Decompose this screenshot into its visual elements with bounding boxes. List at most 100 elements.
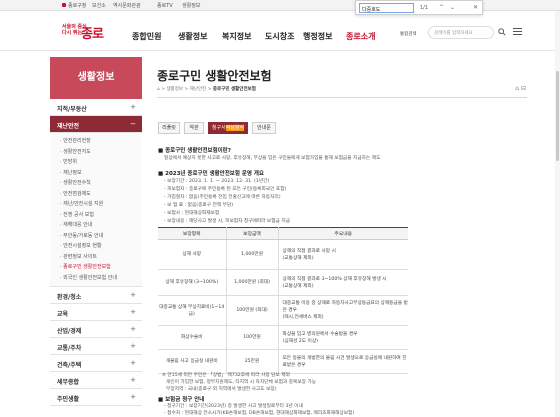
home-icon	[62, 3, 66, 7]
coverage-desc: 대중교통 이용 중 상해로 자동차사고부상등급표의 상해등급을 받은 경우 (택시…	[277, 295, 408, 326]
sidebar-subitem[interactable]: · 재난/안전시설 지원	[50, 199, 142, 210]
table-header-row: 보장항목 보장금액 주요내용	[158, 227, 408, 240]
sidebar-item-residents[interactable]: 주민생활 +	[50, 389, 142, 406]
gnb-civil[interactable]: 종합민원	[132, 31, 161, 42]
sidebar-subitem[interactable]: · 재해대응 안내	[50, 220, 142, 231]
sidebar-subitem[interactable]: · 부안동/가로등 안내	[50, 231, 142, 242]
sidebar-item-label: 교통/주차	[57, 345, 82, 352]
section-heading: ■ 보험금 청구 안내	[158, 397, 205, 403]
scrollbar[interactable]	[555, 11, 560, 417]
claim-line: - 접수처 : 현대해상 전소시가(KB손해보험, DB손해보험, 현대해상화재…	[164, 411, 355, 416]
search-scope-select[interactable]: 통합검색	[398, 28, 428, 39]
overview-line: - 보장기간 : 2023. 1. 1. ~ 2023. 12. 31. (1년…	[164, 179, 270, 184]
sidebar-item-safety[interactable]: 재난안전 −	[50, 116, 142, 133]
sidebar-title: 생활정보	[50, 57, 142, 99]
gnb-city[interactable]: 도시창조	[265, 31, 294, 42]
home-icon[interactable]: ⌂	[157, 87, 160, 92]
sidebar-item-label: 환경/청소	[57, 294, 82, 301]
utility-link-tv[interactable]: 종로TV	[157, 2, 173, 9]
sidebar-submenu: · 안전관리헌장 · 생활안전지도 · 민방위 · 재난정보 · 생활안전수칙 · 안전점…	[50, 133, 142, 287]
gnb-about[interactable]: 종로소개	[346, 31, 375, 42]
utility-link-health[interactable]: 보건소	[92, 2, 106, 9]
coverage-desc-line: 상해의 직접 결과로 3~100% 상해 후유장해 발생 시	[282, 276, 387, 282]
sidebar-item-housing[interactable]: 건축/주택 +	[50, 355, 142, 372]
share-print-icons[interactable]: ⌂ ⊟	[515, 85, 526, 92]
sidebar-item-tax[interactable]: 세무종합 +	[50, 372, 142, 389]
sidebar-subitem[interactable]: · 외국인 생활안전보험 안내	[50, 273, 142, 284]
sidebar-item-label: 재난안전	[57, 123, 80, 130]
sidebar-subitem[interactable]: · 안전점검제도	[50, 189, 142, 200]
overview-line: - 보장내용 : 해당사고 발생 시, 피보험자 청구에따라 보험금 지급	[164, 219, 290, 224]
note-line: ※ 만15세 미만 주민은 「상법」 제732조에 따라 사망 담보 제외	[162, 373, 290, 378]
tab-claim-form[interactable]: 청구서작성양식	[208, 122, 248, 134]
find-highlight: 작성양식	[225, 125, 245, 131]
minus-icon: −	[130, 120, 136, 128]
search-input[interactable]: 검색어를 입력하세요	[428, 26, 494, 39]
sidebar-subitem[interactable]: · 종로구민 생활안전보험	[50, 262, 142, 273]
coverage-item: 상해 사망	[158, 239, 226, 270]
plus-icon: +	[130, 291, 136, 299]
table-row: 화상수술비 100만원 화상을 입고 병의원에서 수술받을 경우 (심재성 2도 …	[158, 325, 408, 350]
sidebar-item-traffic[interactable]: 교통/주차 +	[50, 338, 142, 355]
sidebar-menu: 지적/부동산 + 재난안전 − · 안전관리헌장 · 생활안전지도 · 민방위 · 재난정…	[50, 99, 142, 406]
coverage-desc: 모든 동물의 개방한의 물림 사건 발생으로 응급실에 내원하여 진료받은 경우	[277, 349, 408, 374]
plus-icon: +	[130, 308, 136, 316]
sidebar-subitem[interactable]: · 안전관리헌장	[50, 136, 142, 147]
coverage-amount: 1,000만원	[225, 239, 278, 270]
search-icon[interactable]	[498, 28, 506, 36]
plus-icon: +	[130, 376, 136, 384]
table-header: 보장항목	[158, 227, 226, 240]
table-row: 대중교통 상해 부상치료비(1~14급) 100만원 (최대) 대중교통 이용 …	[158, 295, 408, 326]
sidebar-subitem[interactable]: · 관련정보 사이트	[50, 252, 142, 263]
coverage-item: 화상수술비	[158, 325, 226, 350]
note-line: 부장지역 : 국내(종로구 외 지역에서 발생한 사고도 보장)	[166, 387, 277, 392]
tab-leaflet[interactable]: 리플릿	[158, 122, 180, 134]
sidebar-item-economy[interactable]: 산업/경제 +	[50, 321, 142, 338]
breadcrumb-item[interactable]: 생활정보	[167, 87, 184, 92]
coverage-amount: 1,000만원 (최대)	[225, 269, 278, 296]
gnb-life[interactable]: 생활정보	[178, 31, 207, 42]
coverage-amount: 100만원 (최대)	[225, 295, 278, 326]
menu-icon[interactable]	[513, 28, 522, 36]
close-icon[interactable]: ✕	[473, 4, 478, 11]
table-row: 상해 후유장해 (3~100%) 1,000만원 (최대) 상해의 직접 결과로…	[158, 269, 408, 296]
utility-link-jongno[interactable]: 종로구청	[68, 2, 86, 9]
sidebar-item-label: 주민생활	[57, 396, 80, 403]
coverage-amount: 100만원	[225, 325, 278, 350]
sidebar-subitem[interactable]: · 민방위	[50, 157, 142, 168]
plus-icon: +	[130, 103, 136, 111]
tab-terms[interactable]: 약관	[184, 122, 204, 134]
coverage-desc-line: (심재성 2도 이상)	[282, 338, 319, 344]
sidebar-item-land[interactable]: 지적/부동산 +	[50, 99, 142, 116]
coverage-desc-line: 화상을 입고 병의원에서 수술받을 경우	[282, 331, 358, 337]
sidebar-subitem[interactable]: · 생활안전수칙	[50, 178, 142, 189]
coverage-item: 상해 후유장해 (3~100%)	[158, 269, 226, 296]
sidebar-item-label: 지적/부동산	[57, 106, 87, 113]
table-header: 보장금액	[225, 227, 278, 240]
logo[interactable]: 서울의 중심 다시 뛰는 종로	[62, 21, 106, 45]
sidebar-item-education[interactable]: 교육 +	[50, 304, 142, 321]
find-next-icon[interactable]: ⌄	[450, 4, 455, 11]
sidebar-subitem[interactable]: · 생활안전지도	[50, 147, 142, 158]
sidebar-item-environment[interactable]: 환경/청소 +	[50, 287, 142, 304]
site-header: 서울의 중심 다시 뛰는 종로 종합민원 생활정보 복지정보 도시창조 행정정보…	[0, 11, 560, 51]
utility-link-life[interactable]: 생활정보	[182, 2, 200, 9]
sidebar-subitem[interactable]: · 재난정보	[50, 168, 142, 179]
coverage-desc-line: 대중교통 이용 중 상해로 자동차사고부상등급표의 상해등급을 받은 경우	[282, 301, 408, 313]
table-row: 상해 사망 1,000만원 상해의 직접 결과로 사망 시 (교통상해 제외)	[158, 239, 408, 270]
tab-notice[interactable]: 안내문	[252, 122, 276, 134]
sidebar-subitem[interactable]: · 안전시설정보 현황	[50, 241, 142, 252]
sidebar-subitem[interactable]: · 전쟁 공사 보험	[50, 210, 142, 221]
sidebar-item-label: 교육	[57, 311, 69, 318]
overview-line: - 피보험자 : 종로구에 주민등록 된 모든 구민(등록외국인 포함)	[164, 187, 287, 192]
scrollbar-thumb[interactable]	[556, 71, 559, 161]
breadcrumb-item[interactable]: 재난안전	[190, 87, 207, 92]
table-header: 주요내용	[277, 227, 408, 240]
utility-link-culture[interactable]: 역사문화관광	[113, 2, 141, 9]
find-prev-icon[interactable]: ⌃	[439, 4, 444, 11]
gnb-welfare[interactable]: 복지정보	[222, 31, 251, 42]
gnb-admin[interactable]: 행정정보	[303, 31, 332, 42]
coverage-item: 대중교통 상해 부상치료비(1~14급)	[158, 295, 226, 326]
table-row: 개물림 사고 응급실 내원비 25만원 모든 동물의 개방한의 물림 사건 발생…	[158, 349, 408, 374]
overview-line: - 보험사 : 현대해상화재보험	[164, 211, 220, 216]
